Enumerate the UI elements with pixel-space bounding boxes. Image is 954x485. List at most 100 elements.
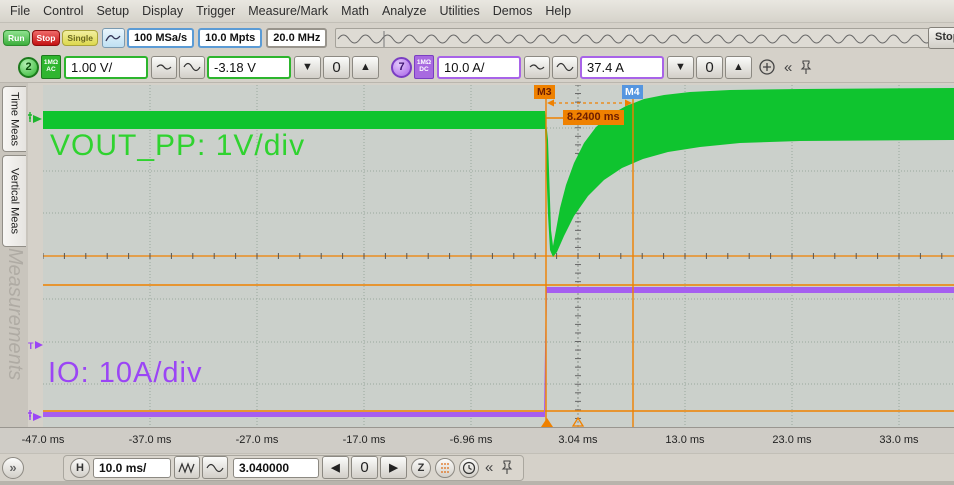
horizontal-toolbar: » H 10.0 ms/ 3.040000 ◀ 0 ▶ Z [0,453,954,481]
menu-item-measure-mark[interactable]: Measure/Mark [248,4,328,18]
timebase-zoom-in-button[interactable] [202,456,228,479]
channel-7-coupling-badge[interactable]: 1MΩ DC [414,55,434,79]
single-button[interactable]: Single [62,30,98,46]
small-wave-icon [156,62,172,72]
compressed-wave-icon [178,462,196,474]
axis-tick-label: -17.0 ms [343,434,386,446]
markers-button[interactable] [435,458,455,478]
timebase-panel: H 10.0 ms/ 3.040000 ◀ 0 ▶ Z « [63,455,524,481]
menu-item-help[interactable]: Help [545,4,571,18]
channel-7-scale-increase-button[interactable] [552,56,578,79]
horizontal-position-field[interactable]: 3.040000 [233,458,319,478]
pin-toolbar-button[interactable] [800,60,812,75]
channel-2-scale-field[interactable]: 1.00 V/ [64,56,148,79]
position-zero-button[interactable]: 0 [351,456,378,479]
time-axis: -47.0 ms -37.0 ms -27.0 ms -17.0 ms -6.96 ms… [0,427,954,453]
channel-2-offset-down-button[interactable]: ▼ [294,56,321,79]
channel-2-coupling-badge[interactable]: 1MΩ AC [41,55,61,79]
svg-text:T: T [28,341,34,351]
timebase-zoom-out-button[interactable] [174,456,200,479]
acquisition-mode-button[interactable] [102,28,125,48]
channel-2-offset-field[interactable]: -3.18 V [207,56,291,79]
axis-tick-label: -6.96 ms [450,434,493,446]
window-bottom-edge [0,481,954,485]
left-sidebar: Time Meas Vertical Meas Measurements [0,83,28,454]
zero-label: 0 [360,459,368,476]
wave-icon [105,32,121,44]
measurements-watermark: Measurements [3,248,26,380]
channel-2-offset-zero-button[interactable]: 0 [323,56,350,79]
channel-7-trigger-level-marker[interactable]: T [28,341,43,351]
channel-2-offset-up-button[interactable]: ▲ [352,56,379,79]
channel-2-reference-marker[interactable] [28,112,42,123]
collapse-toolbar-button[interactable]: « [784,59,792,76]
menu-item-control[interactable]: Control [43,4,83,18]
pin-icon [501,460,513,475]
menu-item-demos[interactable]: Demos [493,4,533,18]
small-wave-icon [529,62,545,72]
channel-7-offset-field[interactable]: 37.4 A [580,56,664,79]
pin-icon [800,60,812,75]
tab-vertical-meas[interactable]: Vertical Meas [2,155,26,247]
marker-m4-label[interactable]: M4 [622,85,643,99]
axis-tick-label: 13.0 ms [665,434,704,446]
menu-item-file[interactable]: File [10,4,30,18]
axis-tick-label: -47.0 ms [22,434,65,446]
markers-icon [438,461,452,475]
bandwidth-field[interactable]: 20.0 MHz [266,28,327,48]
axis-tick-label: -37.0 ms [129,434,172,446]
channel-7-offset-zero-button[interactable]: 0 [696,56,723,79]
channel-toolbar: 2 1MΩ AC 1.00 V/ -3.18 V ▼ 0 ▲ 7 1MΩ DC … [0,52,954,83]
menu-bar: File Control Setup Display Trigger Measure/Ma… [0,0,954,23]
marker-m3-label[interactable]: M3 [534,85,555,99]
tab-time-meas-label: Time Meas [9,92,21,146]
acquisition-toolbar: Run Stop Single 100 MSa/s 10.0 Mpts 20.0… [0,23,954,52]
run-button[interactable]: Run [3,30,30,46]
position-left-button[interactable]: ◀ [322,456,349,479]
stop-button[interactable]: Stop [32,30,61,46]
axis-tick-label: 3.04 ms [558,434,597,446]
zero-label: 0 [332,59,340,76]
expand-panel-button[interactable]: » [2,457,24,479]
position-right-button[interactable]: ▶ [380,456,407,479]
menu-item-display[interactable]: Display [142,4,183,18]
memory-depth-field[interactable]: 10.0 Mpts [198,28,262,48]
channel-2-button[interactable]: 2 [18,57,39,78]
large-wave-icon [206,461,224,475]
channel-7-scale-decrease-button[interactable] [524,56,550,79]
acquisition-status-button[interactable]: Stop [928,27,954,49]
waveform-preview-icon [336,29,950,48]
axis-tick-label: 33.0 ms [879,434,918,446]
tab-time-meas[interactable]: Time Meas [2,86,26,152]
menu-item-trigger[interactable]: Trigger [196,4,235,18]
channel-2-coupling: AC [46,67,55,74]
menu-item-math[interactable]: Math [341,4,369,18]
channel-7-button[interactable]: 7 [391,57,412,78]
circle-plus-icon [758,58,776,76]
clock-icon [462,461,476,475]
zoom-mode-button[interactable]: Z [411,458,431,478]
axis-tick-label: 23.0 ms [772,434,811,446]
io-trace-label: IO: 10A/div [48,357,202,390]
channel-7-coupling: DC [419,67,428,74]
marker-delta-readout: 8.2400 ms [563,110,624,125]
channel-7-offset-down-button[interactable]: ▼ [667,56,694,79]
tab-vertical-meas-label: Vertical Meas [9,168,21,234]
menu-item-utilities[interactable]: Utilities [439,4,479,18]
channel-7-offset-up-button[interactable]: ▲ [725,56,752,79]
clock-button[interactable] [459,458,479,478]
channel-2-scale-increase-button[interactable] [179,56,205,79]
collapse-hbar-button[interactable]: « [485,459,493,476]
horizontal-menu-button[interactable]: H [70,458,90,478]
waveform-display[interactable]: VOUT_PP: 1V/div IO: 10A/div M3 M4 8.2400… [43,85,954,427]
sample-rate-field[interactable]: 100 MSa/s [127,28,194,48]
channel-7-scale-field[interactable]: 10.0 A/ [437,56,521,79]
channel-7-reference-marker[interactable] [28,410,42,421]
zoom-add-button[interactable] [758,58,776,76]
channel-2-scale-decrease-button[interactable] [151,56,177,79]
menu-item-analyze[interactable]: Analyze [382,4,426,18]
axis-tick-label: -27.0 ms [236,434,279,446]
timebase-field[interactable]: 10.0 ms/ [93,458,171,478]
menu-item-setup[interactable]: Setup [96,4,129,18]
pin-hbar-button[interactable] [501,460,513,475]
